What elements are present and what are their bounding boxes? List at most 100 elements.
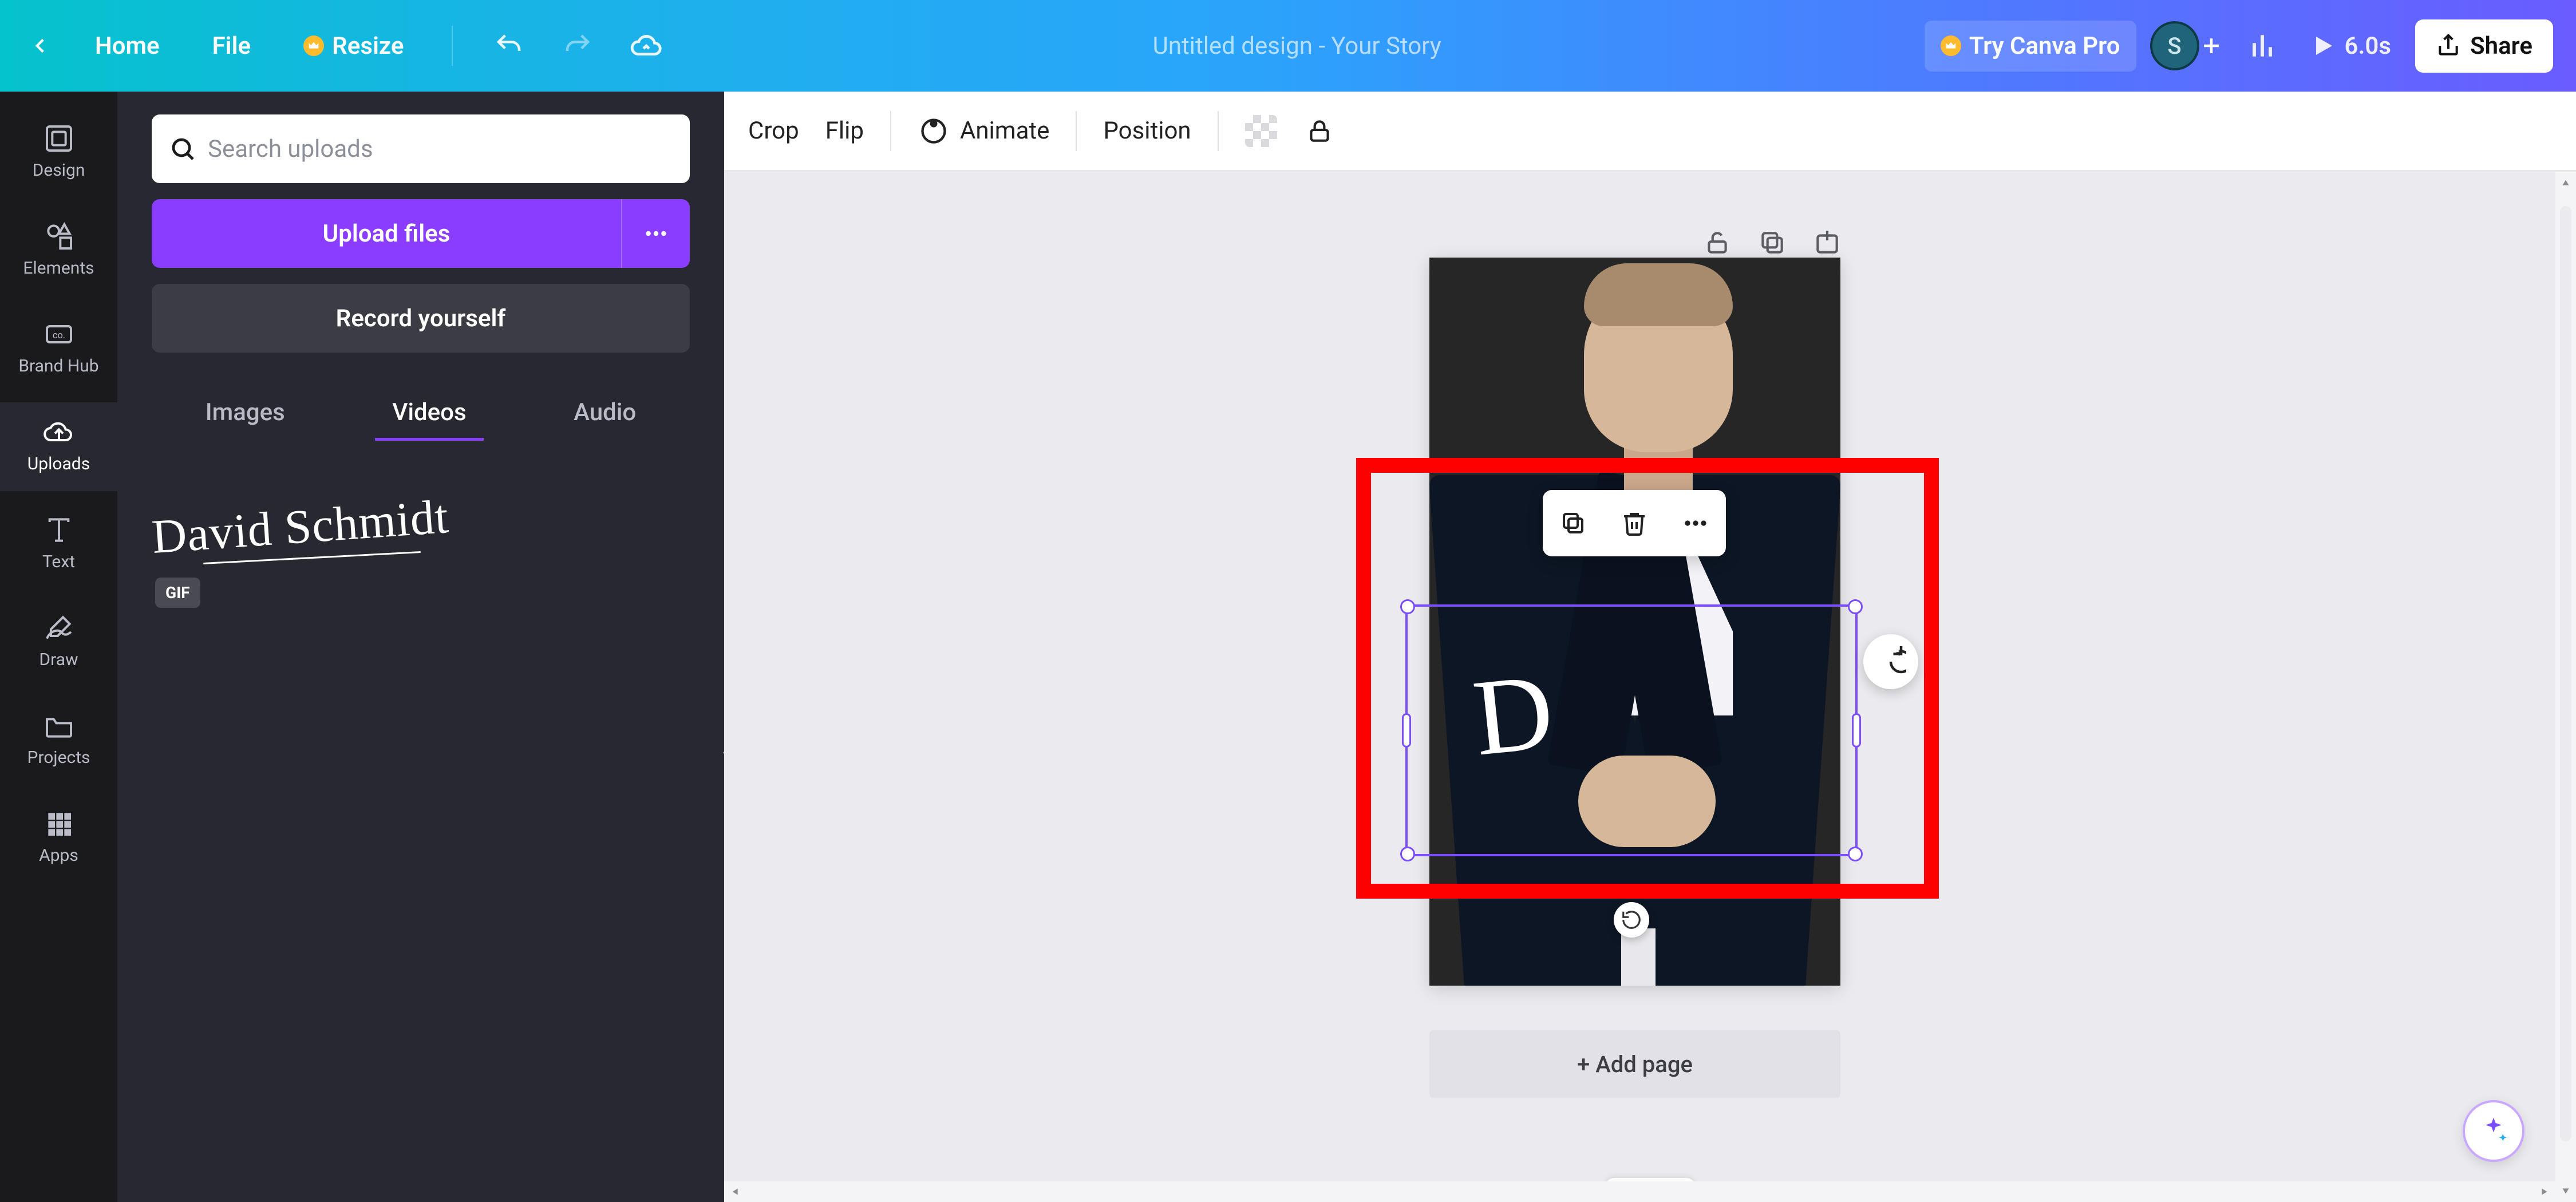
add-member-icon[interactable] bbox=[2197, 31, 2226, 60]
present-button[interactable]: 6.0s bbox=[2299, 23, 2402, 69]
divider bbox=[452, 26, 453, 66]
add-page-above-icon[interactable] bbox=[1811, 227, 1843, 259]
rail-draw[interactable]: Draw bbox=[0, 598, 117, 687]
top-bar: Home File Resize Untitled design - Your … bbox=[0, 0, 2576, 92]
transparency-icon[interactable] bbox=[1245, 115, 1277, 147]
animate-icon bbox=[918, 115, 950, 147]
redo-icon bbox=[555, 23, 600, 69]
animate-button[interactable]: Animate bbox=[918, 115, 1050, 147]
crown-icon bbox=[1941, 35, 1961, 56]
rail-label: Brand Hub bbox=[18, 356, 98, 376]
rail-label: Apps bbox=[39, 845, 78, 865]
uploads-grid: David Schmidt GIF bbox=[152, 481, 690, 572]
svg-text:co.: co. bbox=[52, 330, 65, 341]
scroll-down-icon[interactable] bbox=[2555, 1179, 2576, 1202]
search-input[interactable] bbox=[208, 135, 673, 163]
flip-button[interactable]: Flip bbox=[825, 117, 864, 145]
duplicate-icon[interactable] bbox=[1556, 506, 1590, 540]
search-icon bbox=[169, 135, 196, 163]
page-tools bbox=[1701, 227, 1843, 259]
file-menu[interactable]: File bbox=[197, 24, 266, 68]
tool-rail: Design Elements co. Brand Hub Uploads Te… bbox=[0, 92, 117, 1202]
cloud-sync-icon[interactable] bbox=[623, 23, 669, 69]
rail-label: Projects bbox=[27, 748, 90, 768]
resize-handle[interactable] bbox=[1848, 847, 1863, 861]
delete-icon[interactable] bbox=[1617, 506, 1652, 540]
rail-text[interactable]: Text bbox=[0, 500, 117, 589]
magic-assistant-icon[interactable] bbox=[2463, 1100, 2524, 1162]
resize-handle[interactable] bbox=[1400, 847, 1415, 861]
rail-label: Elements bbox=[23, 258, 94, 278]
work-area: Crop Flip Animate Position bbox=[724, 92, 2576, 1202]
scroll-thumb[interactable] bbox=[2560, 206, 2571, 1141]
resize-button[interactable]: Resize bbox=[289, 24, 418, 68]
rail-label: Draw bbox=[39, 650, 78, 670]
record-yourself-button[interactable]: Record yourself bbox=[152, 284, 690, 353]
upload-more-icon[interactable] bbox=[621, 199, 690, 268]
rail-design[interactable]: Design bbox=[0, 109, 117, 197]
selection-frame bbox=[1405, 604, 1858, 856]
scroll-left-icon[interactable] bbox=[724, 1185, 747, 1198]
crop-button[interactable]: Crop bbox=[748, 117, 799, 145]
search-input-wrap bbox=[152, 114, 690, 183]
divider bbox=[1076, 111, 1077, 151]
tab-videos[interactable]: Videos bbox=[375, 387, 483, 441]
home-button[interactable]: Home bbox=[80, 24, 175, 68]
svg-text:+: + bbox=[1896, 646, 1903, 659]
rail-uploads[interactable]: Uploads bbox=[0, 402, 117, 491]
share-button[interactable]: Share bbox=[2415, 19, 2553, 73]
floating-element-toolbar bbox=[1543, 490, 1726, 556]
more-icon[interactable] bbox=[1678, 506, 1713, 540]
unlock-page-icon[interactable] bbox=[1701, 227, 1733, 259]
context-toolbar: Crop Flip Animate Position bbox=[724, 92, 2576, 172]
insights-icon[interactable] bbox=[2239, 23, 2285, 69]
avatar[interactable]: S bbox=[2150, 21, 2199, 70]
document-title[interactable]: Untitled design - Your Story bbox=[669, 32, 1924, 60]
back-chevron-icon[interactable] bbox=[23, 29, 57, 63]
upload-files-button[interactable]: Upload files bbox=[152, 199, 621, 268]
canvas-viewport[interactable]: D + bbox=[724, 172, 2576, 1202]
try-pro-label: Try Canva Pro bbox=[1969, 32, 2120, 60]
gif-badge: GIF bbox=[155, 578, 200, 608]
lock-icon[interactable] bbox=[1303, 115, 1336, 147]
horizontal-scrollbar[interactable] bbox=[724, 1181, 2555, 1202]
uploads-tabs: Images Videos Audio bbox=[152, 387, 690, 441]
rail-brand-hub[interactable]: co. Brand Hub bbox=[0, 305, 117, 393]
rotate-handle-icon[interactable] bbox=[1614, 902, 1649, 938]
scroll-right-icon[interactable] bbox=[2532, 1185, 2555, 1198]
resize-handle[interactable] bbox=[1400, 599, 1415, 614]
rail-label: Uploads bbox=[27, 454, 90, 474]
resize-handle[interactable] bbox=[1852, 713, 1861, 748]
try-pro-button[interactable]: Try Canva Pro bbox=[1925, 21, 2136, 72]
resize-handle[interactable] bbox=[1402, 713, 1411, 748]
resize-label: Resize bbox=[332, 32, 404, 60]
rail-apps[interactable]: Apps bbox=[0, 794, 117, 883]
tab-audio[interactable]: Audio bbox=[556, 387, 653, 441]
rail-projects[interactable]: Projects bbox=[0, 696, 117, 785]
account-avatar-group: S bbox=[2150, 21, 2226, 70]
crown-icon bbox=[303, 35, 324, 56]
app-body: Design Elements co. Brand Hub Uploads Te… bbox=[0, 92, 2576, 1202]
upload-row: Upload files bbox=[152, 199, 690, 268]
scroll-up-icon[interactable] bbox=[2555, 172, 2576, 195]
uploads-panel: Upload files Record yourself Images Vide… bbox=[117, 92, 724, 1202]
tab-images[interactable]: Images bbox=[188, 387, 302, 441]
animate-label: Animate bbox=[960, 117, 1050, 145]
resize-handle[interactable] bbox=[1848, 599, 1863, 614]
topbar-right: Try Canva Pro S 6.0s Share bbox=[1925, 19, 2576, 73]
rail-label: Text bbox=[42, 552, 75, 572]
position-button[interactable]: Position bbox=[1103, 117, 1191, 145]
topbar-left: Home File Resize bbox=[0, 23, 669, 69]
duration-label: 6.0s bbox=[2345, 32, 2392, 60]
vertical-scrollbar[interactable] bbox=[2555, 172, 2576, 1202]
ai-assist-icon[interactable]: + bbox=[1863, 634, 1918, 689]
undo-icon[interactable] bbox=[486, 23, 532, 69]
share-label: Share bbox=[2470, 32, 2532, 60]
divider bbox=[1218, 111, 1219, 151]
duplicate-page-icon[interactable] bbox=[1756, 227, 1788, 259]
rail-elements[interactable]: Elements bbox=[0, 207, 117, 295]
rail-label: Design bbox=[33, 160, 85, 180]
add-page-button[interactable]: + Add page bbox=[1429, 1030, 1840, 1098]
divider bbox=[890, 111, 891, 151]
upload-item-signature[interactable]: David Schmidt GIF bbox=[152, 481, 449, 572]
